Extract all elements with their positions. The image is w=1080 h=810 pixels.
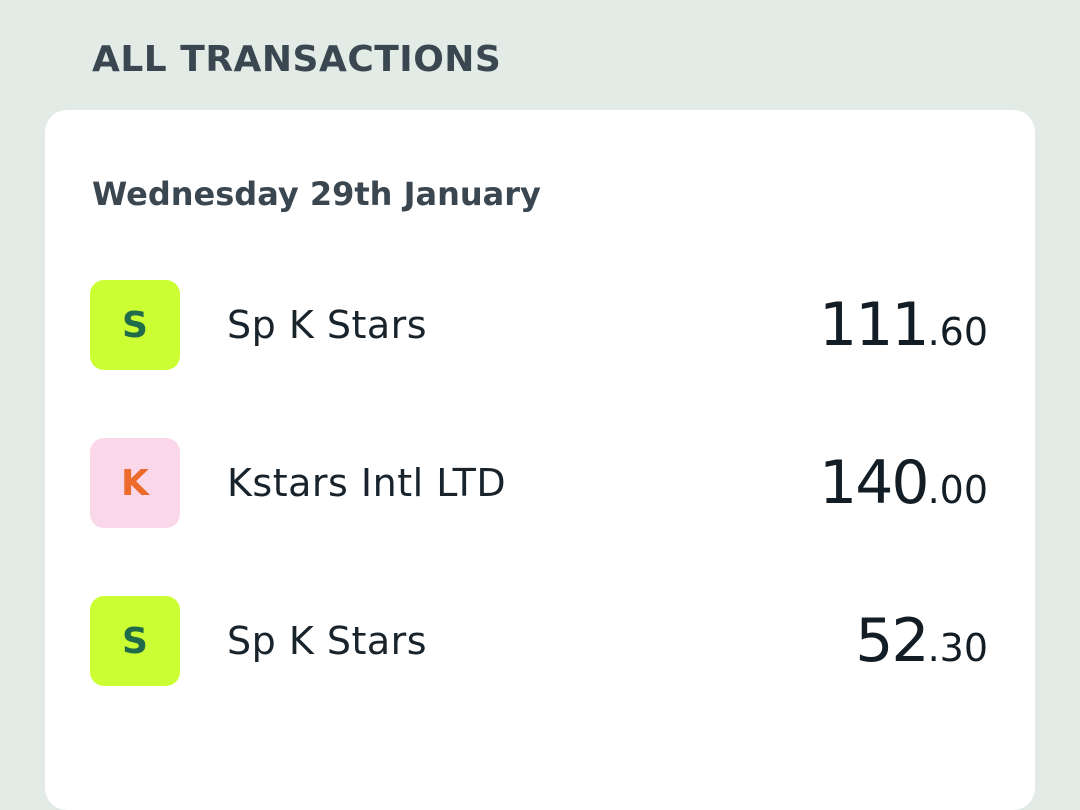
transaction-row[interactable]: K Kstars Intl LTD 140.00 <box>90 438 988 528</box>
merchant-avatar: K <box>90 438 180 528</box>
amount-major: 140 <box>819 448 930 518</box>
date-header: Wednesday 29th January <box>92 175 541 213</box>
amount-minor: .00 <box>927 468 988 512</box>
merchant-name: Sp K Stars <box>227 303 428 347</box>
merchant-avatar: S <box>90 596 180 686</box>
transaction-row[interactable]: S Sp K Stars 111.60 <box>90 280 988 370</box>
transaction-amount: 52.30 <box>855 596 988 686</box>
merchant-name: Sp K Stars <box>227 619 428 663</box>
transaction-row[interactable]: S Sp K Stars 52.30 <box>90 596 988 686</box>
transaction-amount: 111.60 <box>819 280 988 370</box>
section-title: ALL TRANSACTIONS <box>92 39 502 80</box>
transactions-card: Wednesday 29th January S Sp K Stars 111.… <box>45 110 1035 810</box>
merchant-avatar: S <box>90 280 180 370</box>
transaction-amount: 140.00 <box>819 438 988 528</box>
amount-minor: .30 <box>927 626 988 670</box>
merchant-name: Kstars Intl LTD <box>227 461 507 505</box>
amount-minor: .60 <box>927 310 988 354</box>
amount-major: 111 <box>819 290 930 360</box>
amount-major: 52 <box>855 606 929 676</box>
